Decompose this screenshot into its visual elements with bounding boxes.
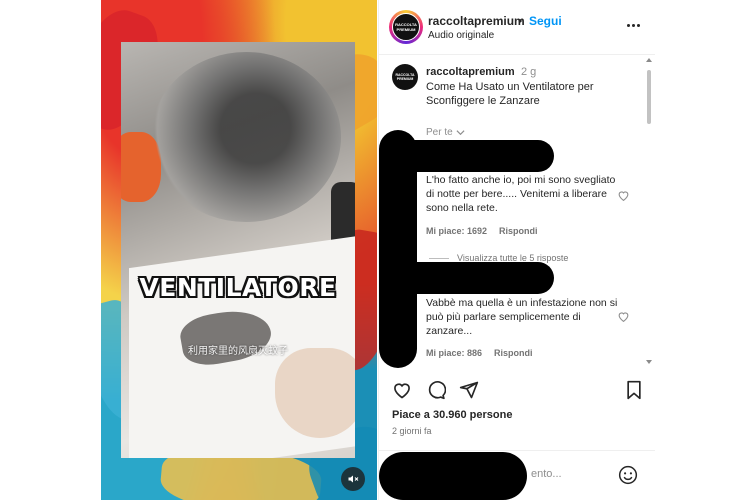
video-overlay-title: VENTILATORE (139, 273, 337, 302)
comment-text: L'ho fatto anche io, poi mi sono sveglia… (426, 174, 616, 214)
comment-likes[interactable]: Mi piace: 1692 (426, 226, 487, 236)
comment-like-icon[interactable] (617, 189, 630, 202)
caption-username[interactable]: raccoltapremium (426, 66, 515, 78)
more-options-icon[interactable] (627, 24, 640, 27)
comment-meta: Mi piace: 1692 Rispondi (426, 226, 538, 236)
header-separator: • (518, 14, 523, 28)
audio-label[interactable]: Audio originale (428, 30, 494, 41)
bookmark-icon[interactable] (625, 380, 643, 400)
for-you-label[interactable]: Per te (426, 127, 465, 138)
action-bar (379, 368, 655, 408)
redaction-mark (379, 452, 527, 500)
header-username[interactable]: raccoltapremium (428, 14, 525, 28)
post-header: RACCOLTA PREMIUM raccoltapremium • Segui… (379, 0, 655, 55)
scroll-down-arrow[interactable] (646, 360, 652, 364)
for-you-text: Per te (426, 127, 453, 138)
chevron-down-icon (456, 130, 465, 136)
posted-time: 2 giorni fa (392, 426, 432, 436)
follow-button[interactable]: Segui (529, 14, 562, 28)
video-panel[interactable]: VENTILATORE 利用家里的风扇灭蚊子 (101, 0, 377, 500)
emoji-icon[interactable] (618, 465, 638, 485)
reply-button[interactable]: Rispondi (494, 348, 533, 358)
reply-button[interactable]: Rispondi (499, 226, 538, 236)
post-details-panel: RACCOLTA PREMIUM raccoltapremium • Segui… (378, 0, 655, 500)
caption-text: Come Ha Usato un Ventilatore per Sconfig… (426, 81, 594, 107)
caption-time: 2 g (521, 66, 537, 78)
comment-text: Vabbè ma quella è un infestazione non si… (426, 297, 618, 337)
avatar[interactable]: RACCOLTA PREMIUM (389, 10, 423, 44)
scrollbar-thumb[interactable] (647, 70, 651, 124)
avatar-logo: RACCOLTA PREMIUM (392, 13, 420, 41)
fan-image (151, 52, 341, 222)
comment-likes[interactable]: Mi piace: 886 (426, 348, 482, 358)
hand (275, 348, 355, 438)
redaction-mark (379, 262, 554, 294)
video-frame: VENTILATORE 利用家里的风扇灭蚊子 (121, 42, 355, 458)
caption-avatar[interactable]: RACCOLTA PREMIUM (392, 64, 418, 90)
replies-line (429, 257, 449, 259)
video-overlay-subtitle: 利用家里的风扇灭蚊子 (188, 346, 288, 357)
speaker-muted-icon (348, 475, 359, 483)
share-icon[interactable] (459, 380, 479, 400)
comment-input[interactable]: ento... (531, 468, 562, 480)
heart-icon[interactable] (392, 380, 412, 400)
mute-button[interactable] (341, 467, 365, 491)
comment-like-icon[interactable] (617, 310, 630, 323)
comment-meta: Mi piace: 886 Rispondi (426, 348, 533, 358)
comment-icon[interactable] (426, 380, 446, 400)
likes-summary[interactable]: Piace a 30.960 persone (392, 409, 512, 421)
scroll-up-arrow[interactable] (646, 58, 652, 62)
redaction-mark (379, 140, 554, 172)
